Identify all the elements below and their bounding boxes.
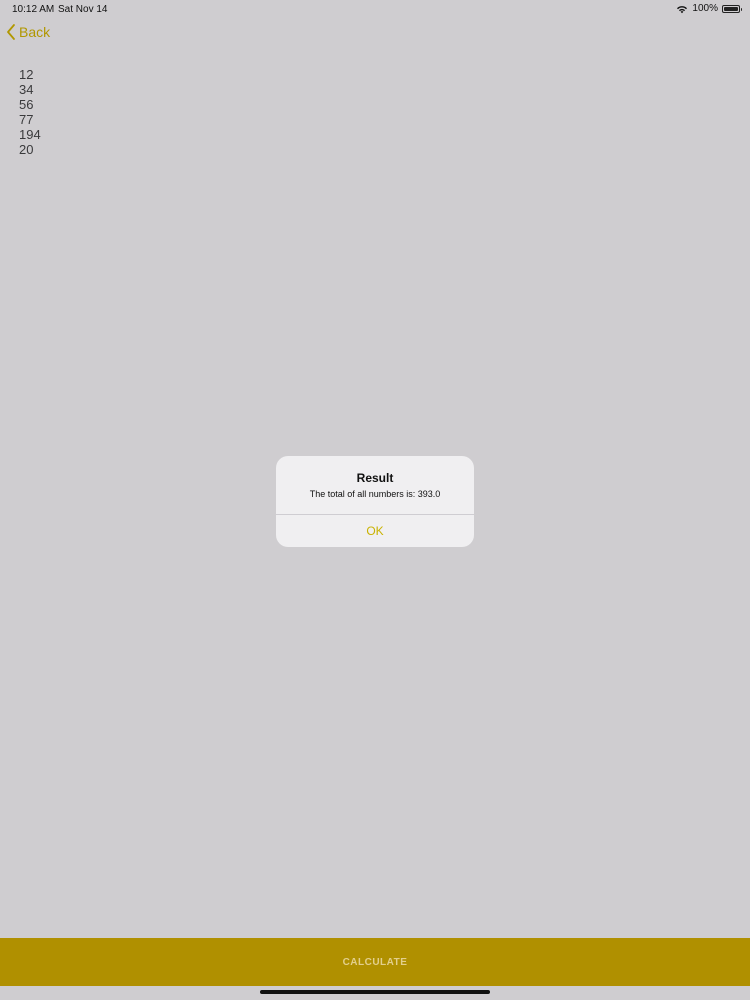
home-indicator[interactable] [260,990,490,994]
battery-percent: 100% [692,3,718,14]
status-time: 10:12 AM [12,4,55,15]
wifi-icon [677,5,688,13]
battery-level [724,6,738,11]
back-button[interactable]: Back [6,23,50,41]
result-alert: Result The total of all numbers is: 393.… [276,456,474,547]
alert-ok-button[interactable]: OK [276,515,474,547]
number-list: 12 34 56 77 194 20 [19,67,41,157]
number-item: 34 [19,82,34,97]
alert-message: The total of all numbers is: 393.0 [309,489,441,499]
chevron-left-icon [7,24,15,40]
calculate-button[interactable]: CALCULATE [0,938,750,986]
number-item: 20 [19,142,34,157]
number-item: 194 [19,127,41,142]
number-item: 12 [19,67,34,82]
back-label: Back [19,24,51,40]
number-item: 77 [19,112,34,127]
status-date: Sat Nov 14 [58,4,108,15]
status-right-group: 100% [676,3,742,14]
status-bar: 10:12 AM Sat Nov 14 100% [0,0,750,20]
battery-icon [722,4,742,13]
alert-title: Result [356,471,394,485]
number-item: 56 [19,97,34,112]
